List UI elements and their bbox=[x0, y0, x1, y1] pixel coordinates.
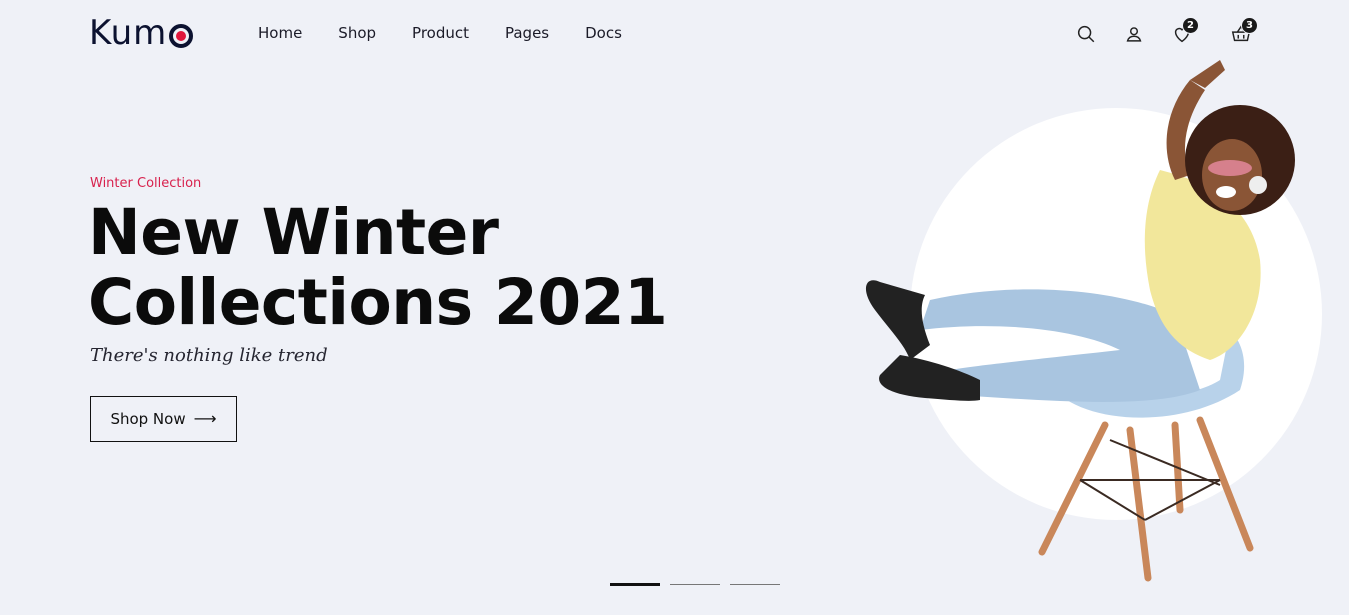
logo-o-mark bbox=[169, 24, 194, 48]
slider-dot-3[interactable] bbox=[730, 584, 780, 585]
logo[interactable]: Kum bbox=[89, 13, 194, 53]
nav-home[interactable]: Home bbox=[258, 22, 302, 44]
slider-pagination bbox=[610, 583, 780, 586]
hero-headline: New Winter Collections 2021 bbox=[88, 198, 688, 338]
wishlist-count-badge: 2 bbox=[1182, 17, 1199, 34]
arrow-right-icon: ⟶ bbox=[193, 409, 217, 428]
shop-now-label: Shop Now bbox=[110, 410, 186, 428]
hero-tagline: There's nothing like trend bbox=[90, 345, 328, 366]
main-nav: Home Shop Product Pages Docs bbox=[258, 22, 658, 44]
slider-dot-2[interactable] bbox=[670, 584, 720, 585]
nav-shop[interactable]: Shop bbox=[338, 22, 376, 44]
nav-product[interactable]: Product bbox=[412, 22, 469, 44]
logo-text: Kum bbox=[89, 13, 168, 53]
nav-docs[interactable]: Docs bbox=[585, 22, 622, 44]
cart-count-badge: 3 bbox=[1241, 17, 1258, 34]
hero-model-image bbox=[865, 60, 1295, 582]
hero-headline-line2: Collections 2021 bbox=[88, 266, 668, 339]
hero-subtitle: Winter Collection bbox=[90, 176, 202, 191]
logo-dot bbox=[176, 31, 187, 41]
slider-dot-1[interactable] bbox=[610, 583, 660, 586]
nav-pages[interactable]: Pages bbox=[505, 22, 549, 44]
hero-headline-line1: New Winter bbox=[88, 196, 499, 269]
shop-now-button[interactable]: Shop Now ⟶ bbox=[90, 396, 237, 442]
page: Kum Home Shop Product Pages Docs 2 3 Win… bbox=[0, 0, 1349, 615]
